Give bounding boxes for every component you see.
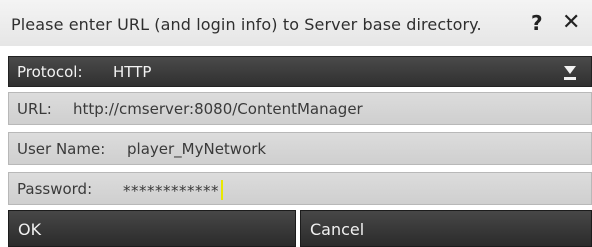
chevron-down-icon[interactable] — [563, 62, 577, 82]
password-label: Password: — [17, 180, 93, 198]
url-field[interactable]: URL: http://cmserver:8080/ContentManager — [8, 92, 592, 125]
protocol-label: Protocol: — [17, 63, 83, 81]
username-value: player_MyNetwork — [127, 140, 267, 158]
protocol-dropdown[interactable]: Protocol: HTTP — [8, 56, 592, 87]
password-field[interactable]: Password: ************ — [8, 172, 592, 205]
text-caret — [221, 180, 223, 200]
cancel-button-label: Cancel — [310, 220, 365, 239]
ok-button[interactable]: OK — [8, 210, 296, 247]
password-mask: ************ — [123, 182, 219, 200]
cancel-button[interactable]: Cancel — [300, 210, 592, 247]
login-dialog: Please enter URL (and login info) to Ser… — [0, 0, 592, 247]
help-button[interactable]: ? — [531, 11, 543, 35]
dialog-titlebar: Please enter URL (and login info) to Ser… — [0, 0, 592, 46]
username-label: User Name: — [17, 140, 106, 158]
url-label: URL: — [17, 100, 52, 118]
username-field[interactable]: User Name: player_MyNetwork — [8, 132, 592, 165]
dialog-buttons: OK Cancel — [0, 210, 592, 247]
url-value: http://cmserver:8080/ContentManager — [73, 100, 363, 118]
close-button[interactable]: ✕ — [562, 11, 580, 35]
dialog-title: Please enter URL (and login info) to Ser… — [11, 15, 482, 34]
ok-button-label: OK — [18, 220, 42, 239]
protocol-value: HTTP — [113, 63, 152, 81]
password-value: ************ — [123, 180, 223, 200]
